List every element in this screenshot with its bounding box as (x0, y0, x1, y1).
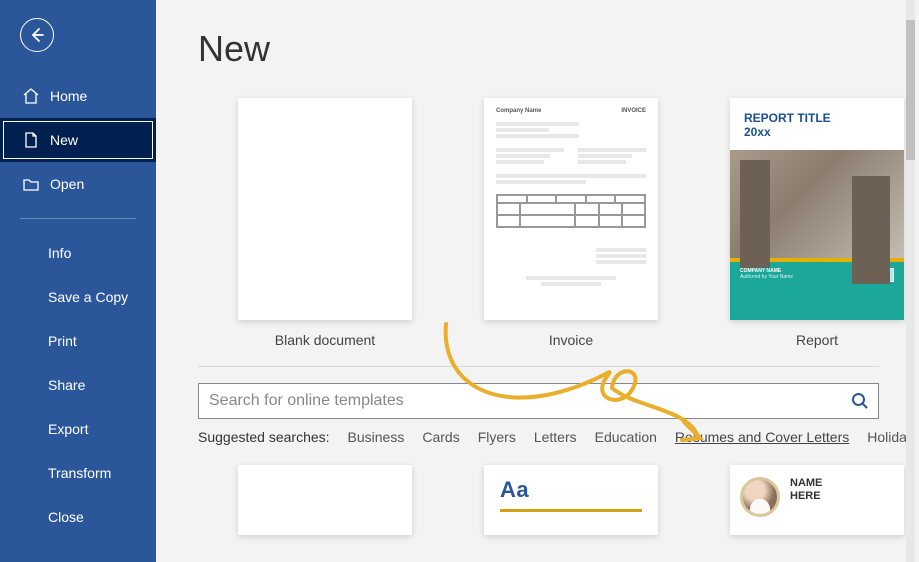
template-report[interactable]: REPORT TITLE20xx COMPANY NAME Authored b… (730, 98, 904, 348)
nav-label: Home (50, 88, 87, 104)
search-input[interactable] (199, 384, 842, 418)
template-label: Invoice (549, 332, 593, 348)
avatar-icon (740, 477, 780, 517)
back-button[interactable] (20, 18, 54, 52)
nav-label: Open (50, 176, 84, 192)
nav-share[interactable]: Share (0, 363, 156, 407)
template-invoice[interactable]: Company NameINVOICE (484, 98, 658, 348)
template-item[interactable]: Aa (484, 465, 658, 535)
template-thumbnail (238, 465, 412, 535)
sidebar-divider (20, 218, 136, 219)
template-item[interactable]: NAMEHERE (730, 465, 904, 535)
nav-export[interactable]: Export (0, 407, 156, 451)
nav-print[interactable]: Print (0, 319, 156, 363)
nav-close[interactable]: Close (0, 495, 156, 539)
suggested-link-cards[interactable]: Cards (422, 429, 459, 445)
template-row: Blank document Company NameINVOICE (198, 98, 919, 348)
search-icon (851, 392, 869, 410)
search-container (198, 383, 879, 419)
template-label: Blank document (275, 332, 375, 348)
suggested-link-education[interactable]: Education (595, 429, 657, 445)
template-thumbnail: NAMEHERE (730, 465, 904, 535)
suggested-link-letters[interactable]: Letters (534, 429, 577, 445)
nav-home[interactable]: Home (0, 74, 156, 118)
template-thumbnail: REPORT TITLE20xx COMPANY NAME Authored b… (730, 98, 904, 320)
nav-info[interactable]: Info (0, 231, 156, 275)
main-content: New Blank document Company NameINVOICE (156, 0, 919, 562)
suggested-link-flyers[interactable]: Flyers (478, 429, 516, 445)
folder-icon (22, 175, 40, 193)
suggested-label: Suggested searches: (198, 429, 330, 445)
nav-save-a-copy[interactable]: Save a Copy (0, 275, 156, 319)
section-divider (198, 366, 879, 367)
page-title: New (198, 28, 919, 70)
back-arrow-icon (29, 27, 45, 43)
nav-new[interactable]: New (0, 118, 156, 162)
suggested-searches: Suggested searches: Business Cards Flyer… (198, 429, 919, 445)
backstage-sidebar: Home New Open Info Save a Copy Print Sha… (0, 0, 156, 562)
search-button[interactable] (842, 384, 878, 418)
suggested-link-resumes[interactable]: Resumes and Cover Letters (675, 429, 849, 445)
scrollbar[interactable] (906, 0, 915, 562)
template-label: Report (796, 332, 838, 348)
template-blank-document[interactable]: Blank document (238, 98, 412, 348)
template-item[interactable] (238, 465, 412, 535)
document-icon (22, 131, 40, 149)
scrollbar-thumb[interactable] (906, 20, 915, 160)
suggested-link-business[interactable]: Business (348, 429, 405, 445)
home-icon (22, 87, 40, 105)
nav-label: New (50, 132, 78, 148)
nav-open[interactable]: Open (0, 162, 156, 206)
nav-transform[interactable]: Transform (0, 451, 156, 495)
template-thumbnail: Company NameINVOICE (484, 98, 658, 320)
template-thumbnail: Aa (484, 465, 658, 535)
template-thumbnail (238, 98, 412, 320)
template-row: Aa NAMEHERE (198, 465, 919, 535)
